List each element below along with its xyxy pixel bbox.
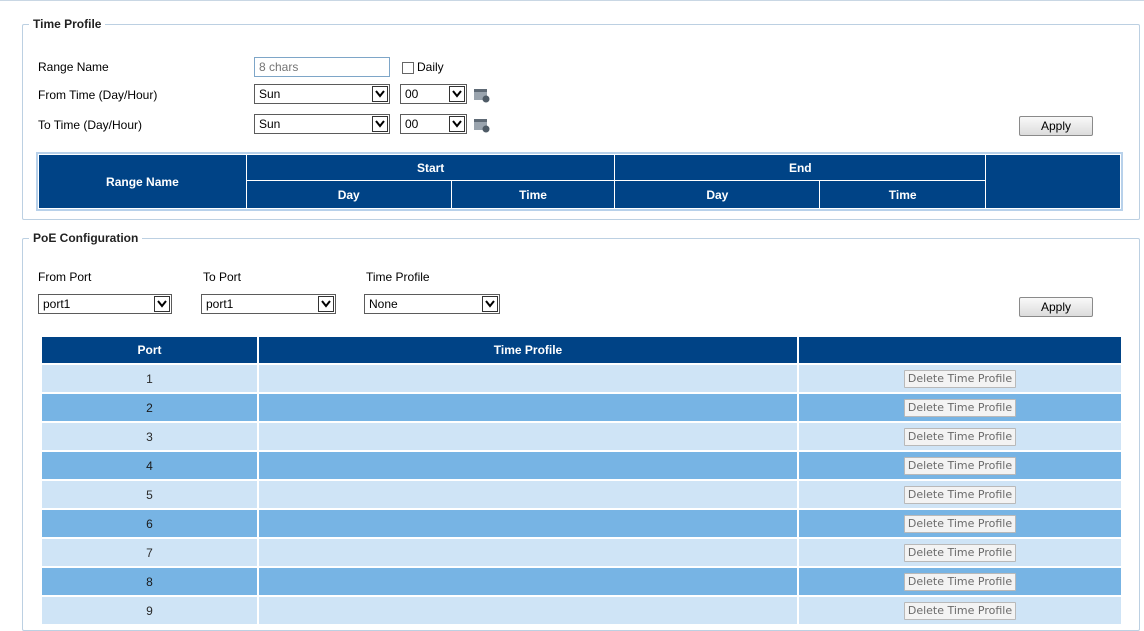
port-profile [257,421,799,452]
port-table: Port Time Profile 1 Delete Time Profile … [40,335,1123,626]
col-end: End [614,154,987,181]
chevron-down-icon [154,296,170,312]
table-row: 4 Delete Time Profile [40,450,1123,481]
chevron-down-icon [449,86,465,102]
port-profile [257,392,799,423]
port-profile [257,595,799,626]
table-row: 7 Delete Time Profile [40,537,1123,568]
to-port-value: port1 [206,297,234,311]
poe-time-profile-label: Time Profile [366,270,430,284]
from-port-value: port1 [43,297,71,311]
col-port: Port [40,335,259,365]
col-end-day: Day [614,180,821,209]
port-profile [257,508,799,539]
col-start-day: Day [245,180,452,209]
from-hour-value: 00 [405,87,419,101]
table-row: 9 Delete Time Profile [40,595,1123,626]
poe-time-profile-value: None [369,297,398,311]
port-number: 9 [40,595,259,626]
table-row: 3 Delete Time Profile [40,421,1123,452]
port-number: 6 [40,508,259,539]
col-actions [797,335,1123,365]
chevron-down-icon [318,296,334,312]
delete-time-profile-button[interactable]: Delete Time Profile [903,543,1017,562]
col-action [985,154,1121,209]
to-time-label: To Time (Day/Hour) [38,118,143,132]
port-profile [257,479,799,510]
col-end-time: Time [819,180,987,209]
range-name-label: Range Name [38,60,109,74]
table-row: 1 Delete Time Profile [40,363,1123,394]
calendar-icon[interactable] [473,117,491,133]
from-port-label: From Port [38,270,92,284]
col-range-name: Range Name [38,154,247,209]
to-day-select[interactable]: Sun [254,114,390,134]
poe-config-title: PoE Configuration [33,231,139,245]
delete-time-profile-button[interactable]: Delete Time Profile [903,485,1017,504]
to-port-select[interactable]: port1 [201,294,336,314]
delete-time-profile-button[interactable]: Delete Time Profile [903,456,1017,475]
delete-time-profile-button[interactable]: Delete Time Profile [903,369,1017,388]
to-hour-select[interactable]: 00 [400,114,467,134]
chevron-down-icon [449,116,465,132]
to-port-label: To Port [203,270,242,284]
port-number: 3 [40,421,259,452]
col-start-time: Time [450,180,616,209]
range-table: Range Name Start End Day Time Day Time [36,152,1123,211]
time-profile-title: Time Profile [33,17,102,31]
chevron-down-icon [372,86,388,102]
port-number: 8 [40,566,259,597]
to-hour-value: 00 [405,117,419,131]
port-number: 2 [40,392,259,423]
top-divider [0,0,1144,4]
port-number: 7 [40,537,259,568]
calendar-icon[interactable] [473,87,491,103]
table-row: 8 Delete Time Profile [40,566,1123,597]
daily-label: Daily [417,60,444,74]
port-profile [257,450,799,481]
poe-time-profile-select[interactable]: None [364,294,500,314]
port-profile [257,566,799,597]
port-profile [257,537,799,568]
table-row: 5 Delete Time Profile [40,479,1123,510]
delete-time-profile-button[interactable]: Delete Time Profile [903,427,1017,446]
port-number: 5 [40,479,259,510]
col-start: Start [245,154,616,181]
port-number: 1 [40,363,259,394]
chevron-down-icon [482,296,498,312]
from-day-value: Sun [259,87,281,101]
from-port-select[interactable]: port1 [38,294,172,314]
from-day-select[interactable]: Sun [254,84,390,104]
from-time-label: From Time (Day/Hour) [38,88,158,102]
delete-time-profile-button[interactable]: Delete Time Profile [903,601,1017,620]
time-profile-apply-button[interactable]: Apply [1019,116,1093,136]
delete-time-profile-button[interactable]: Delete Time Profile [903,514,1017,533]
table-row: 6 Delete Time Profile [40,508,1123,539]
port-number: 4 [40,450,259,481]
chevron-down-icon [372,116,388,132]
poe-apply-button[interactable]: Apply [1019,297,1093,317]
port-profile [257,363,799,394]
delete-time-profile-button[interactable]: Delete Time Profile [903,398,1017,417]
delete-time-profile-button[interactable]: Delete Time Profile [903,572,1017,591]
daily-checkbox[interactable] [402,62,414,74]
col-time-profile: Time Profile [257,335,799,365]
to-day-value: Sun [259,117,281,131]
from-hour-select[interactable]: 00 [400,84,467,104]
table-row: 2 Delete Time Profile [40,392,1123,423]
range-name-input[interactable] [254,57,390,77]
